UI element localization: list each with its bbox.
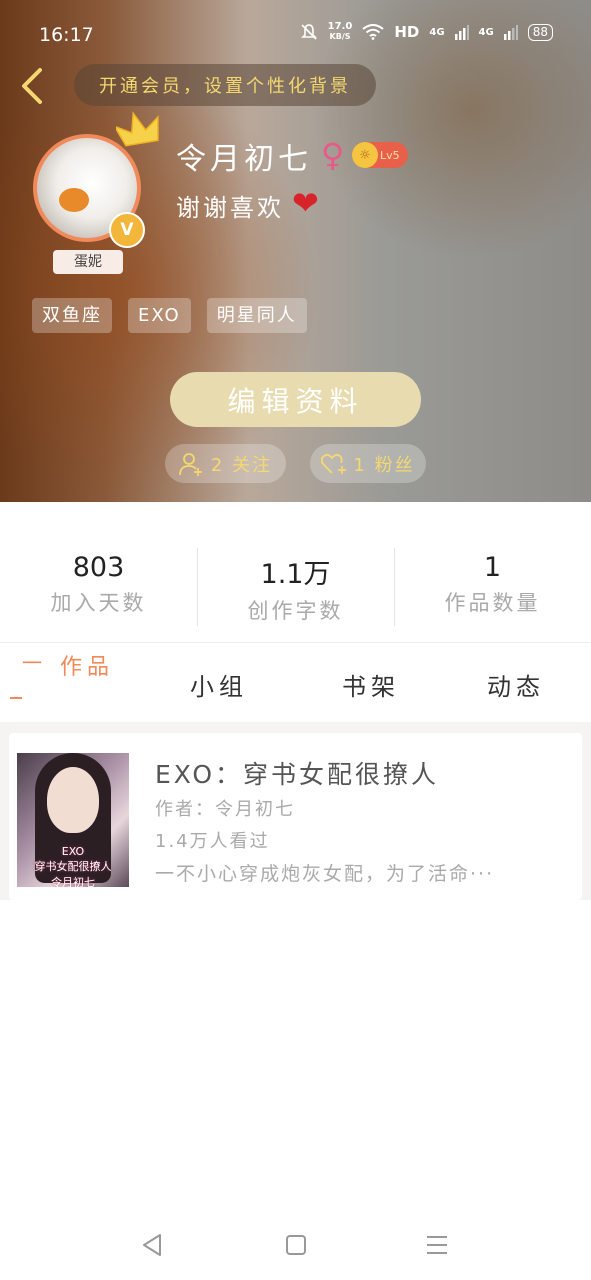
heart-plus-icon: [321, 453, 347, 474]
tag-list: 双鱼座 EXO 明星同人: [32, 298, 307, 333]
cover-text: EXO 穿书女配很撩人 令月初七: [17, 845, 129, 887]
hd-indicator: HD: [394, 23, 420, 41]
signal-bars-icon: [454, 25, 469, 40]
following-button[interactable]: 2 关注: [165, 444, 286, 483]
stat-works-value: 1: [483, 552, 502, 583]
book-cover: EXO 穿书女配很撩人 令月初七: [17, 753, 129, 887]
stat-works: 1 作品数量: [394, 548, 591, 628]
status-icons: 17.0 KB/S HD 4G 4G 88: [300, 22, 553, 42]
add-user-icon: [179, 452, 202, 476]
nav-back-button[interactable]: [138, 1230, 168, 1260]
edit-profile-button[interactable]: 编辑资料: [170, 372, 421, 427]
cover-face: [47, 767, 99, 833]
work-card[interactable]: EXO 穿书女配很撩人 令月初七 EXO：穿书女配很撩人 作者：令月初七 1.4…: [9, 733, 582, 900]
stat-days-value: 803: [72, 552, 125, 583]
wifi-icon: [362, 24, 384, 40]
avatar-pumpkin: [59, 188, 89, 212]
net-speed-value: 17.0: [327, 21, 353, 32]
triangle-back-icon: [143, 1234, 161, 1256]
tag-zodiac[interactable]: 双鱼座: [32, 298, 112, 333]
signal-1-label: 4G: [429, 26, 445, 38]
book-views: 1.4万人看过: [155, 831, 270, 852]
battery-indicator: 88: [527, 23, 553, 41]
chevron-left-icon: [22, 68, 42, 104]
username: 令月初七: [176, 142, 312, 177]
cover-text-1: EXO: [61, 845, 85, 858]
fans-count: 1 粉丝: [353, 454, 415, 476]
square-home-icon: [286, 1235, 306, 1255]
fans-button[interactable]: 1 粉丝: [310, 444, 426, 483]
avatar-tag: 蛋妮: [53, 250, 123, 274]
stat-words: 1.1万 创作字数: [197, 548, 394, 628]
tab-groups[interactable]: 小组: [190, 667, 248, 702]
signal-bars-2-icon: [503, 25, 518, 40]
female-icon: ♀: [321, 136, 345, 174]
book-title: EXO：穿书女配很撩人: [155, 760, 440, 789]
nav-menu-button[interactable]: [422, 1230, 452, 1260]
stat-days: 803 加入天数: [0, 548, 197, 628]
net-speed: 17.0 KB/S: [328, 22, 353, 42]
tag-exo[interactable]: EXO: [128, 298, 191, 333]
vip-banner[interactable]: 开通会员，设置个性化背景: [74, 64, 376, 106]
profile-header: 16:17 17.0 KB/S HD 4G 4G 88 开通会员，设置个性化背景…: [0, 0, 591, 502]
verified-badge: V: [109, 212, 145, 248]
tab-bar: 一 作品 小组 书架 动态: [0, 642, 591, 723]
nav-home-button[interactable]: [281, 1230, 311, 1260]
book-description: 一不小心穿成炮灰女配，为了活命···: [155, 863, 495, 885]
crown-icon: [116, 111, 159, 147]
system-nav-bar: [0, 1212, 591, 1280]
stat-words-label: 创作字数: [247, 599, 344, 623]
level-badge: ☼ Lv5: [352, 142, 408, 168]
tab-works[interactable]: 作品: [60, 649, 114, 681]
stats-row: 803 加入天数 1.1万 创作字数 1 作品数量: [0, 548, 591, 628]
following-count: 2 关注: [210, 454, 273, 476]
tab-bookshelf[interactable]: 书架: [342, 667, 400, 702]
sun-icon: ☼: [352, 142, 378, 168]
cover-text-3: 令月初七: [51, 876, 95, 887]
stat-works-label: 作品数量: [444, 591, 541, 615]
net-speed-unit: KB/S: [329, 32, 351, 41]
status-bar: 16:17 17.0 KB/S HD 4G 4G 88: [0, 0, 591, 54]
stat-words-value: 1.1万: [260, 559, 331, 590]
cover-text-2: 穿书女配很撩人: [34, 860, 112, 873]
book-author: 作者：令月初七: [155, 799, 295, 820]
tab-active-dash: 一: [22, 651, 42, 675]
signal-2-label: 4G: [478, 26, 494, 38]
stat-days-label: 加入天数: [50, 591, 147, 615]
level-text: Lv5: [380, 148, 400, 162]
bio-text: 谢谢喜欢: [176, 194, 284, 222]
tag-fanfic[interactable]: 明星同人: [206, 298, 307, 333]
heart-icon: ❤: [292, 184, 319, 222]
tab-active-indicator: [10, 697, 22, 699]
tab-activity[interactable]: 动态: [487, 667, 545, 702]
status-time: 16:17: [39, 24, 94, 46]
mute-bell-icon: [300, 24, 317, 40]
back-button[interactable]: [16, 66, 50, 106]
menu-lines-icon: [427, 1236, 447, 1254]
